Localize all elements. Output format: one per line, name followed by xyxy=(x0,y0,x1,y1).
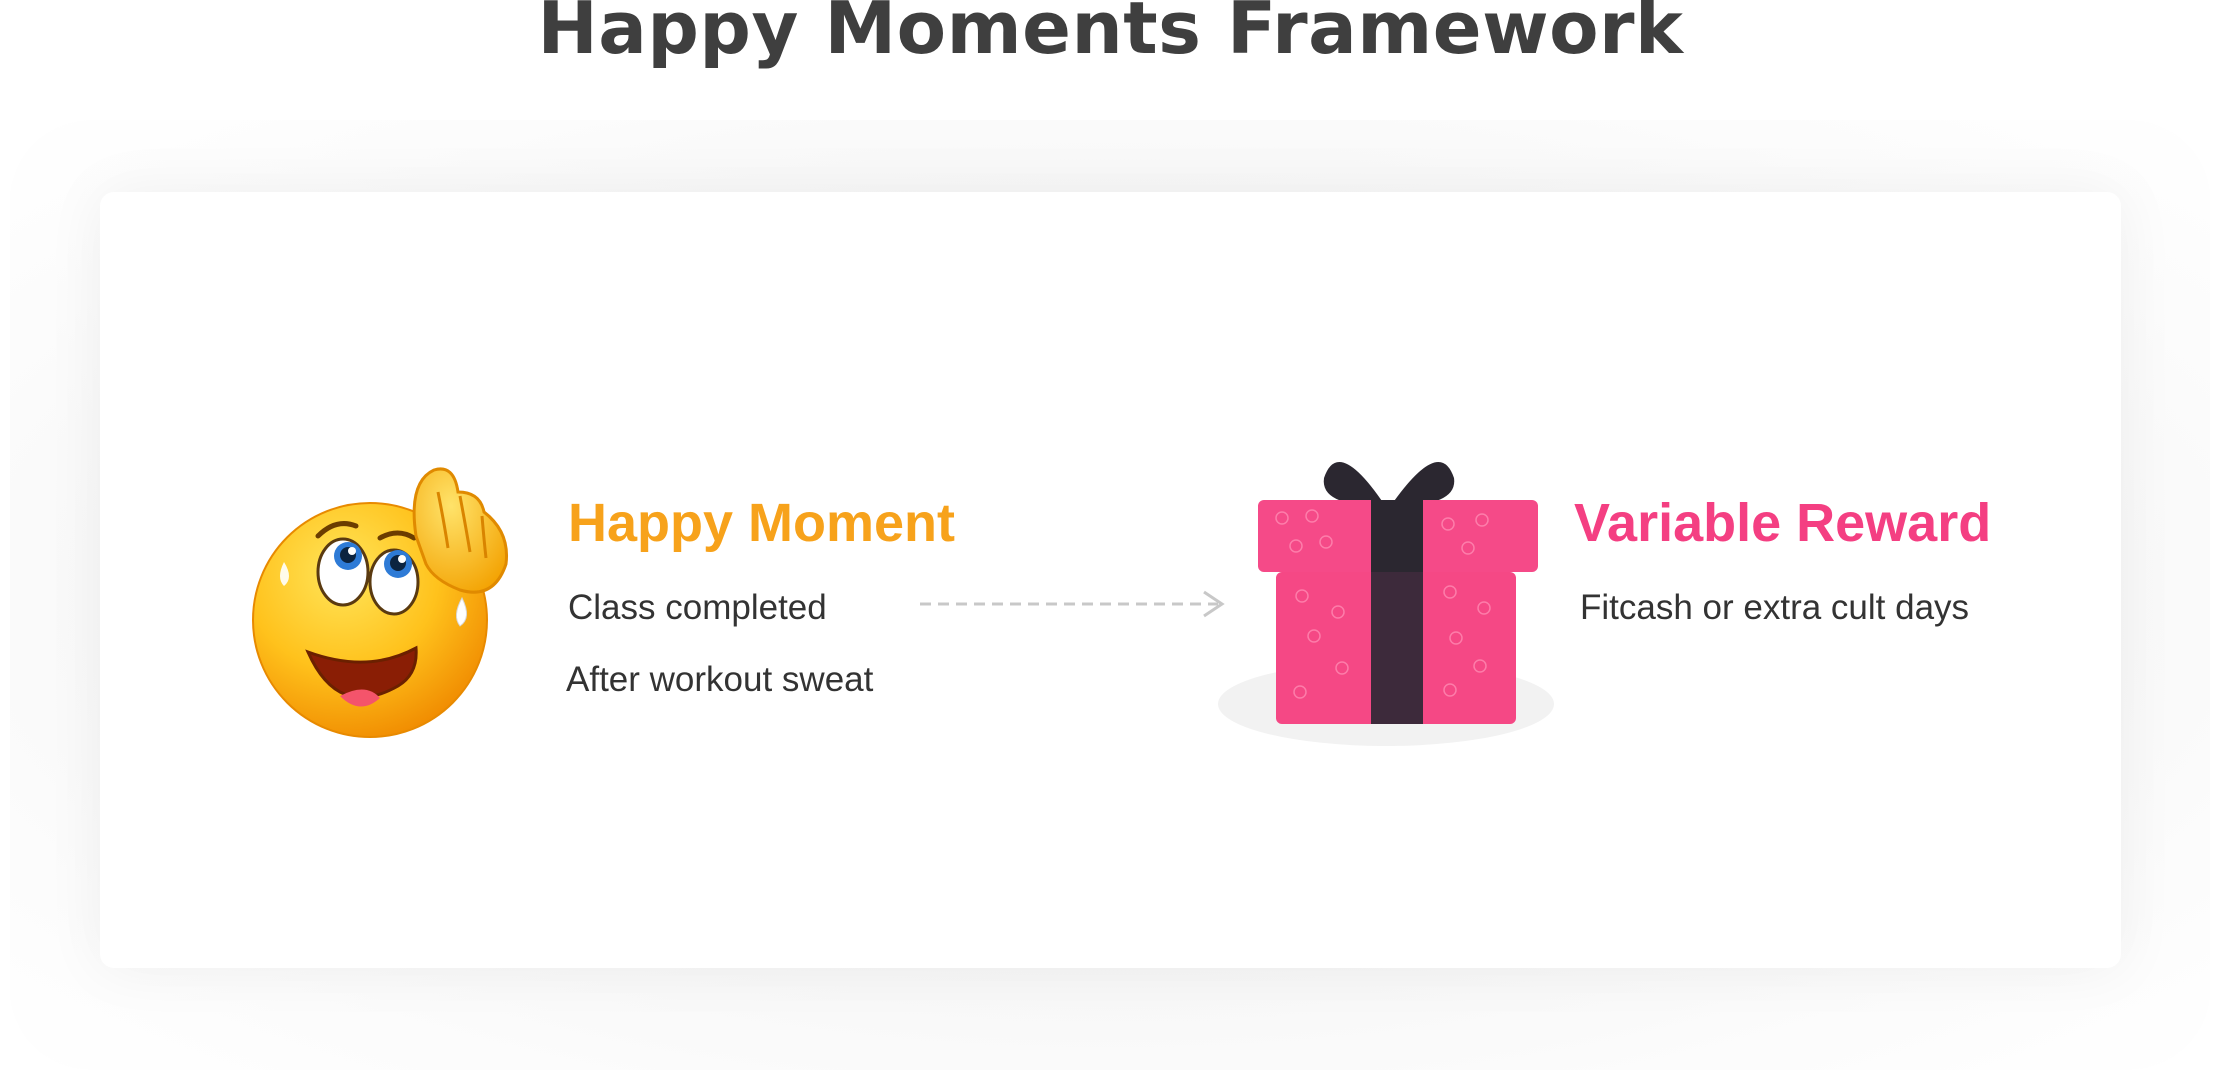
happy-moment-item: Class completed xyxy=(568,588,827,627)
happy-moment-heading: Happy Moment xyxy=(568,493,956,553)
sweating-relieved-emoji-icon xyxy=(252,467,509,738)
gift-box-icon xyxy=(1218,461,1554,746)
dashed-arrow-icon xyxy=(920,590,1225,618)
variable-reward-heading: Variable Reward xyxy=(1574,493,1992,553)
happy-moment-item: After workout sweat xyxy=(566,660,874,699)
page-title: Happy Moments Framework xyxy=(537,0,1684,70)
variable-reward-item: Fitcash or extra cult days xyxy=(1580,588,1970,627)
